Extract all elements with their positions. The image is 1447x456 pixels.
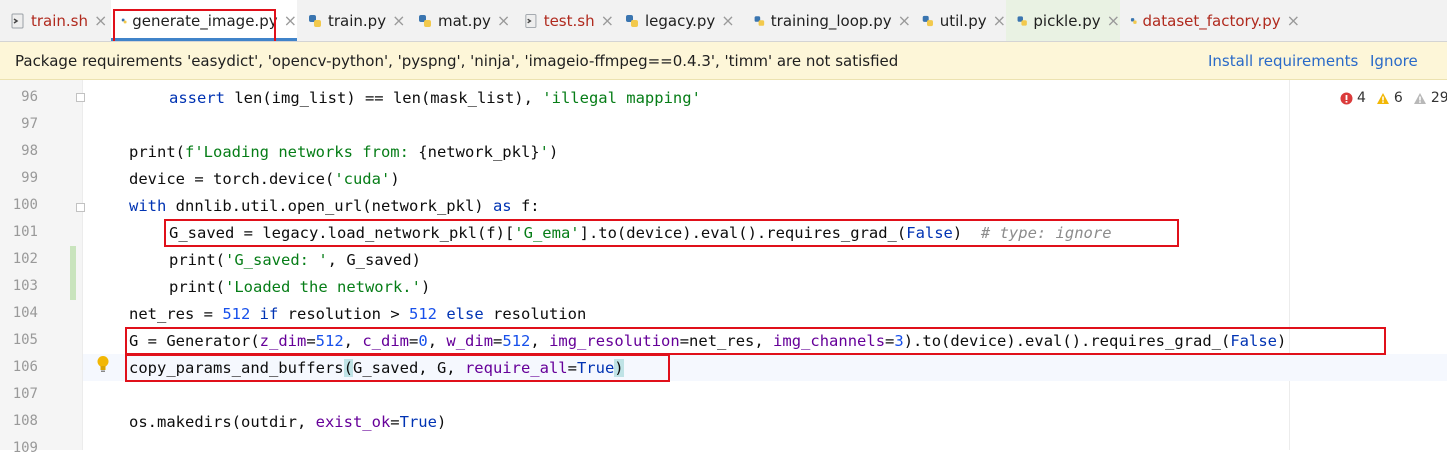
close-icon[interactable]: × bbox=[284, 11, 297, 30]
warning-count: 6 bbox=[1393, 90, 1403, 106]
line-number: 104 bbox=[12, 305, 38, 321]
tab-label: test.sh bbox=[543, 11, 595, 30]
python-file-icon bbox=[1017, 15, 1027, 26]
code-line-96: assert len(img_list) == len(mask_list), … bbox=[169, 89, 701, 107]
close-icon[interactable]: × bbox=[1107, 11, 1120, 30]
line-number: 99 bbox=[21, 170, 38, 186]
install-requirements-link[interactable]: Install requirements bbox=[1208, 42, 1358, 80]
code-line-104: net_res = 512 if resolution > 512 else r… bbox=[129, 305, 587, 323]
close-icon[interactable]: × bbox=[1287, 11, 1300, 30]
python-file-icon bbox=[922, 15, 933, 26]
tab-label: train.py bbox=[328, 11, 387, 30]
line-number: 106 bbox=[12, 359, 38, 375]
tab-label: dataset_factory.py bbox=[1142, 11, 1281, 30]
tab-label: util.py bbox=[939, 11, 987, 30]
lightbulb-icon[interactable] bbox=[96, 355, 110, 373]
shell-file-icon bbox=[11, 13, 24, 28]
line-number: 100 bbox=[12, 197, 38, 213]
close-icon[interactable]: × bbox=[898, 11, 911, 30]
ignore-requirements-link[interactable]: Ignore requ bbox=[1370, 42, 1447, 108]
annotation-box-line-105 bbox=[125, 327, 1386, 355]
line-number: 98 bbox=[21, 143, 38, 159]
error-icon bbox=[1340, 92, 1353, 104]
close-icon[interactable]: × bbox=[721, 11, 734, 30]
notification-message: Package requirements 'easydict', 'opencv… bbox=[15, 51, 899, 70]
tab-train-sh[interactable]: train.sh × bbox=[0, 0, 111, 41]
requirements-notification: Package requirements 'easydict', 'opencv… bbox=[0, 42, 1447, 108]
close-icon[interactable]: × bbox=[94, 11, 107, 30]
python-file-icon bbox=[309, 14, 321, 27]
tab-label: training_loop.py bbox=[770, 11, 892, 30]
line-number: 108 bbox=[12, 413, 38, 429]
code-line-99: device = torch.device('cuda') bbox=[129, 170, 400, 188]
tab-label: legacy.py bbox=[645, 11, 716, 30]
line-number: 101 bbox=[12, 224, 38, 240]
close-icon[interactable]: × bbox=[392, 11, 405, 30]
line-number: 102 bbox=[12, 251, 38, 267]
annotation-box-line-101 bbox=[164, 219, 1179, 247]
line-number: 96 bbox=[21, 89, 38, 105]
python-file-icon bbox=[626, 14, 638, 27]
tab-label: mat.py bbox=[438, 11, 491, 30]
line-number: 103 bbox=[12, 278, 38, 294]
editor-tab-bar: train.sh × generate_image.py × train.py … bbox=[0, 0, 1447, 42]
weak-warning-icon bbox=[1413, 92, 1426, 104]
tab-util-py[interactable]: util.py × bbox=[911, 0, 1006, 41]
tab-training-loop-py[interactable]: training_loop.py × bbox=[743, 0, 911, 41]
python-file-icon bbox=[1130, 17, 1137, 24]
code-line-98: print(f'Loading networks from: {network_… bbox=[129, 143, 559, 161]
line-number: 109 bbox=[12, 440, 38, 456]
line-number: 105 bbox=[12, 332, 38, 348]
tab-pickle-py[interactable]: pickle.py × bbox=[1006, 0, 1120, 41]
vcs-change-marker bbox=[70, 246, 76, 300]
line-number: 107 bbox=[12, 386, 38, 402]
tab-label: train.sh bbox=[31, 11, 89, 30]
shell-file-icon bbox=[525, 13, 537, 28]
tab-test-sh[interactable]: test.sh × bbox=[514, 0, 614, 41]
code-line-103: print('Loaded the network.') bbox=[169, 278, 431, 296]
code-editor[interactable]: 96 97 98 99 100 101 102 103 104 105 106 … bbox=[0, 80, 1447, 456]
close-icon[interactable]: × bbox=[601, 11, 614, 30]
tab-mat-py[interactable]: mat.py × bbox=[407, 0, 514, 41]
weak-warning-count: 29 bbox=[1430, 90, 1447, 106]
line-number: 97 bbox=[21, 116, 38, 132]
tab-dataset-factory-py[interactable]: dataset_factory.py × bbox=[1120, 0, 1300, 41]
code-line-108: os.makedirs(outdir, exist_ok=True) bbox=[129, 413, 447, 431]
annotation-box-tab bbox=[113, 9, 276, 41]
warning-icon bbox=[1376, 92, 1389, 104]
error-count: 4 bbox=[1357, 90, 1366, 106]
fold-marker-icon[interactable] bbox=[76, 93, 85, 102]
python-file-icon bbox=[754, 15, 765, 26]
fold-marker-icon[interactable] bbox=[76, 203, 85, 212]
tab-train-py[interactable]: train.py × bbox=[297, 0, 407, 41]
python-file-icon bbox=[419, 14, 431, 27]
annotation-box-line-106 bbox=[125, 354, 670, 382]
close-icon[interactable]: × bbox=[497, 11, 510, 30]
code-line-100: with dnnlib.util.open_url(network_pkl) a… bbox=[129, 197, 540, 215]
tab-label: pickle.py bbox=[1033, 11, 1101, 30]
tab-legacy-py[interactable]: legacy.py × bbox=[614, 0, 743, 41]
right-margin-guide bbox=[1289, 80, 1290, 450]
inspection-widget[interactable]: 4 6 29 bbox=[1340, 80, 1447, 116]
close-icon[interactable]: × bbox=[993, 11, 1006, 30]
code-line-102: print('G_saved: ', G_saved) bbox=[169, 251, 421, 269]
